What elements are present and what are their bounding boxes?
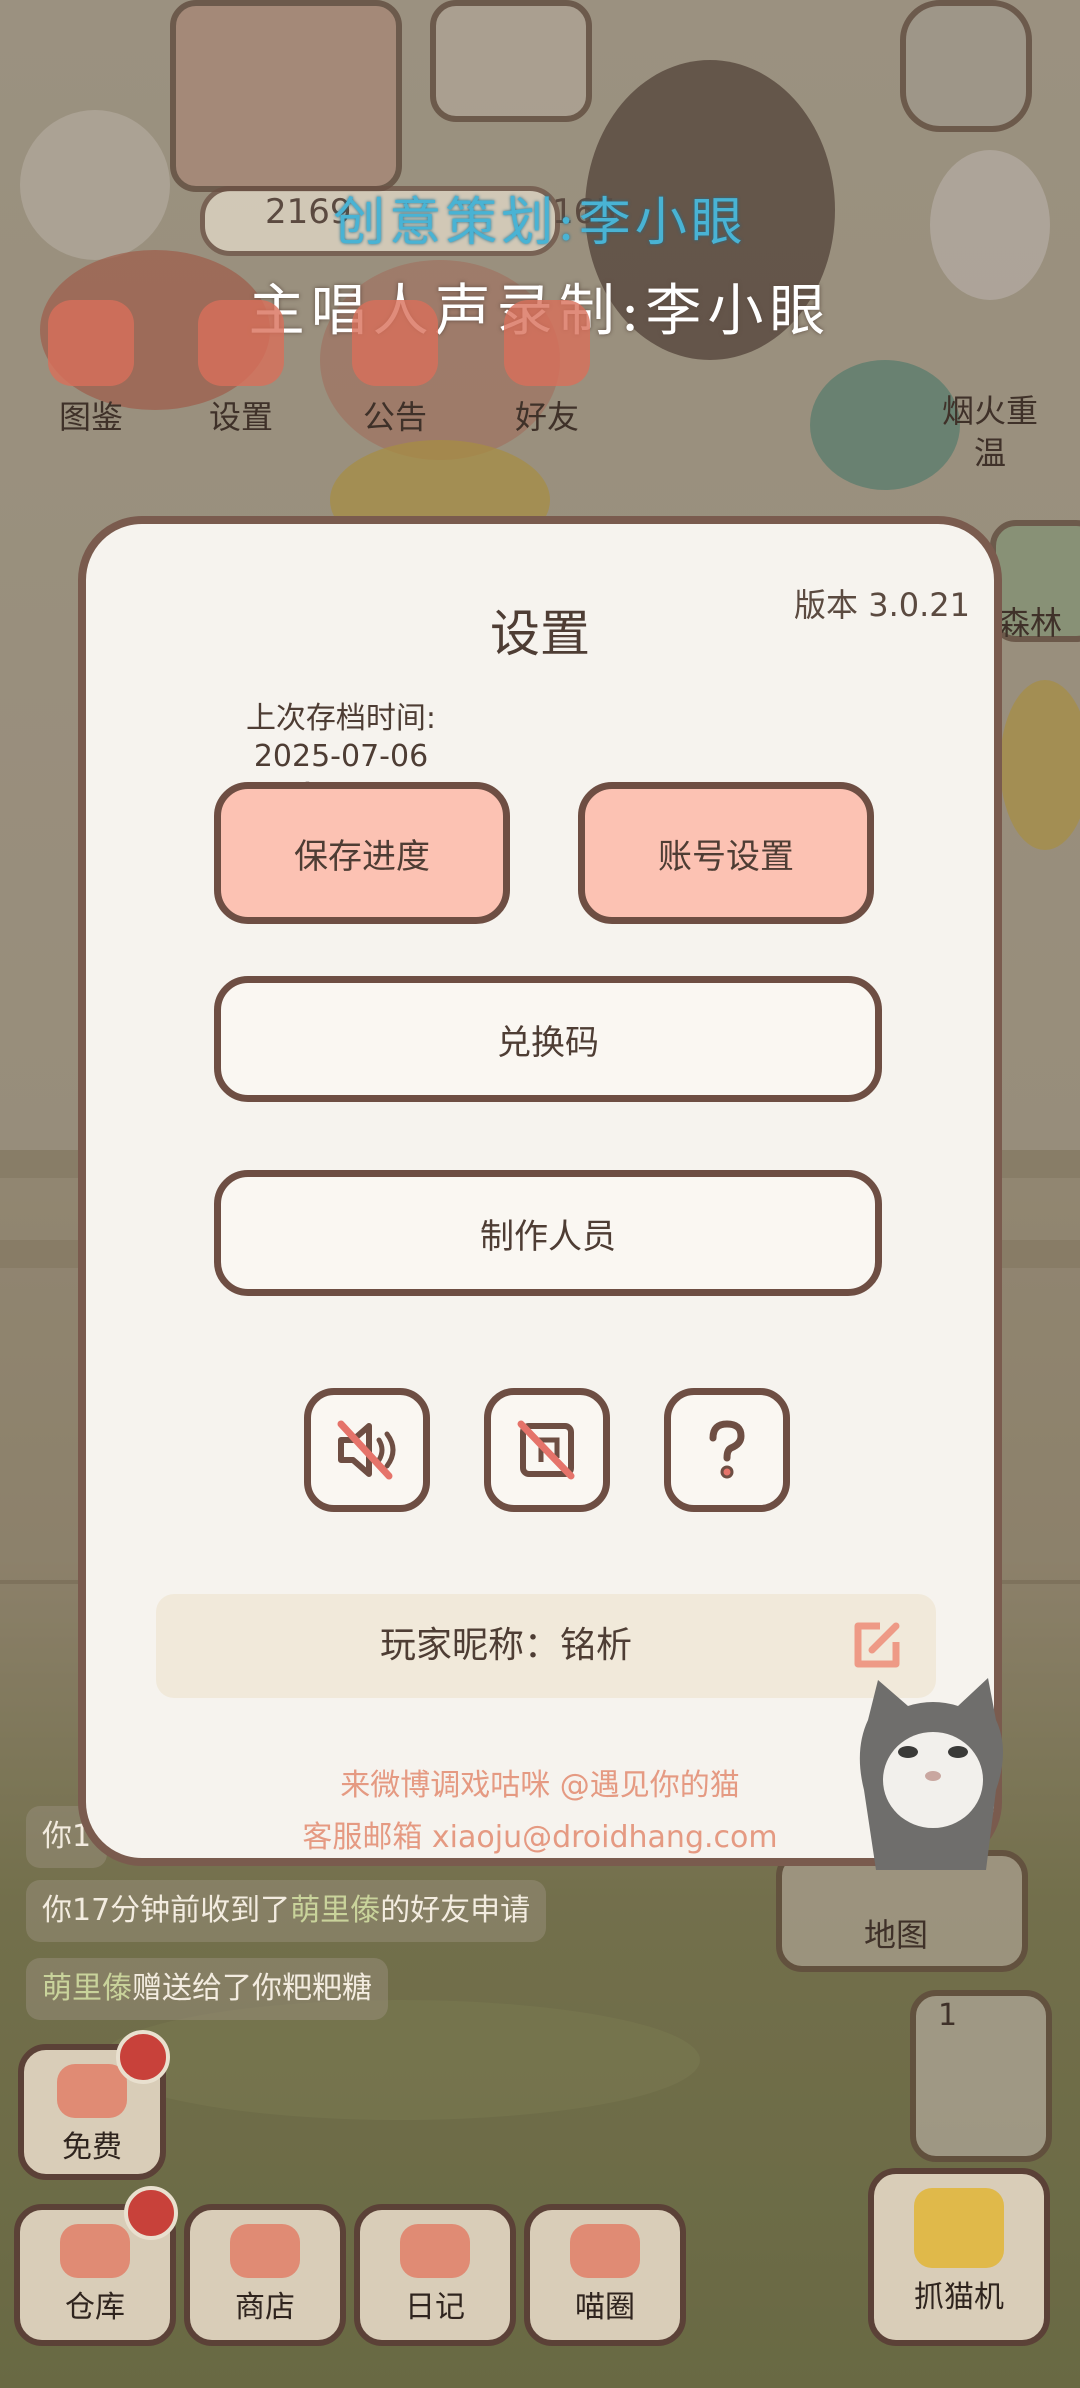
heart-icon <box>57 2064 127 2118</box>
nickname-label: 玩家昵称：铭析 <box>379 1625 632 1666</box>
help-button[interactable] <box>664 1388 790 1512</box>
diary-icon <box>400 2224 470 2278</box>
menu-label: 图鉴 <box>58 398 123 436</box>
box-icon <box>60 2224 130 2278</box>
chat-text: 的好友申请 <box>380 1893 531 1928</box>
menu-label: 公告 <box>362 398 427 436</box>
free-label: 免费 <box>62 2130 122 2165</box>
shop-button[interactable]: 商店 <box>184 2204 346 2346</box>
sound-muted-icon <box>337 1420 396 1480</box>
chat-text: 赠送给了你粑粑糖 <box>132 1971 372 2006</box>
menu-button-book[interactable]: 图鉴 <box>26 300 156 438</box>
claw-machine-button[interactable]: 抓猫机 <box>868 2168 1050 2346</box>
heart-icon <box>504 300 590 386</box>
cat-planet-icon <box>570 2224 640 2278</box>
cat-photo-sticker <box>859 1678 1003 1870</box>
save-progress-button[interactable]: 保存进度 <box>214 782 510 924</box>
notification-dot <box>116 2030 170 2084</box>
map-label: 地图 <box>864 1916 929 1954</box>
forest-label: 森林 <box>998 604 1063 642</box>
menu-button-friends[interactable]: 好友 <box>482 300 612 438</box>
menu-button-announcement[interactable]: 公告 <box>330 300 460 438</box>
chat-player-name[interactable]: 萌里傣 <box>290 1893 380 1928</box>
machine-count: 1 <box>938 1998 958 2033</box>
menu-label: 好友 <box>514 398 579 436</box>
diary-button[interactable]: 日记 <box>354 2204 516 2346</box>
fireworks-replay-button[interactable]: 烟火重温 <box>935 390 1045 474</box>
chat-line: 你17分钟前收到了萌里傣的好友申请 <box>26 1880 547 1942</box>
music-toggle-button[interactable] <box>484 1388 610 1512</box>
warehouse-label: 仓库 <box>65 2290 125 2325</box>
account-settings-button[interactable]: 账号设置 <box>578 782 874 924</box>
watermark-credit-1: 创意策划:李小眼 <box>333 193 747 253</box>
music-muted-icon <box>517 1420 575 1480</box>
question-icon <box>709 1420 745 1479</box>
menu-label: 设置 <box>208 398 273 436</box>
menu-button-settings[interactable]: 设置 <box>176 300 306 438</box>
chat-player-name[interactable]: 萌里傣 <box>42 1971 132 2006</box>
redeem-code-button[interactable]: 兑换码 <box>214 976 882 1102</box>
diary-label: 日记 <box>405 2290 465 2325</box>
nickname-field[interactable]: 玩家昵称：铭析 <box>156 1594 936 1698</box>
book-icon <box>48 300 134 386</box>
gift-icon <box>352 300 438 386</box>
shop-label: 商店 <box>235 2290 295 2325</box>
notification-dot <box>124 2186 178 2240</box>
claw-icon <box>914 2188 1004 2268</box>
shop-icon <box>230 2224 300 2278</box>
gear-icon <box>198 300 284 386</box>
version-label: 版本 3.0.21 <box>794 586 970 624</box>
chat-line: 萌里傣赠送给了你粑粑糖 <box>26 1958 388 2020</box>
save-time-label: 上次存档时间: <box>245 701 437 736</box>
credits-button[interactable]: 制作人员 <box>214 1170 882 1296</box>
chat-text: 你17分钟前收到了 <box>42 1893 291 1928</box>
sound-toggle-button[interactable] <box>304 1388 430 1512</box>
meow-circle-label: 喵圈 <box>575 2290 635 2325</box>
claw-machine-label: 抓猫机 <box>914 2280 1004 2315</box>
meow-circle-button[interactable]: 喵圈 <box>524 2204 686 2346</box>
